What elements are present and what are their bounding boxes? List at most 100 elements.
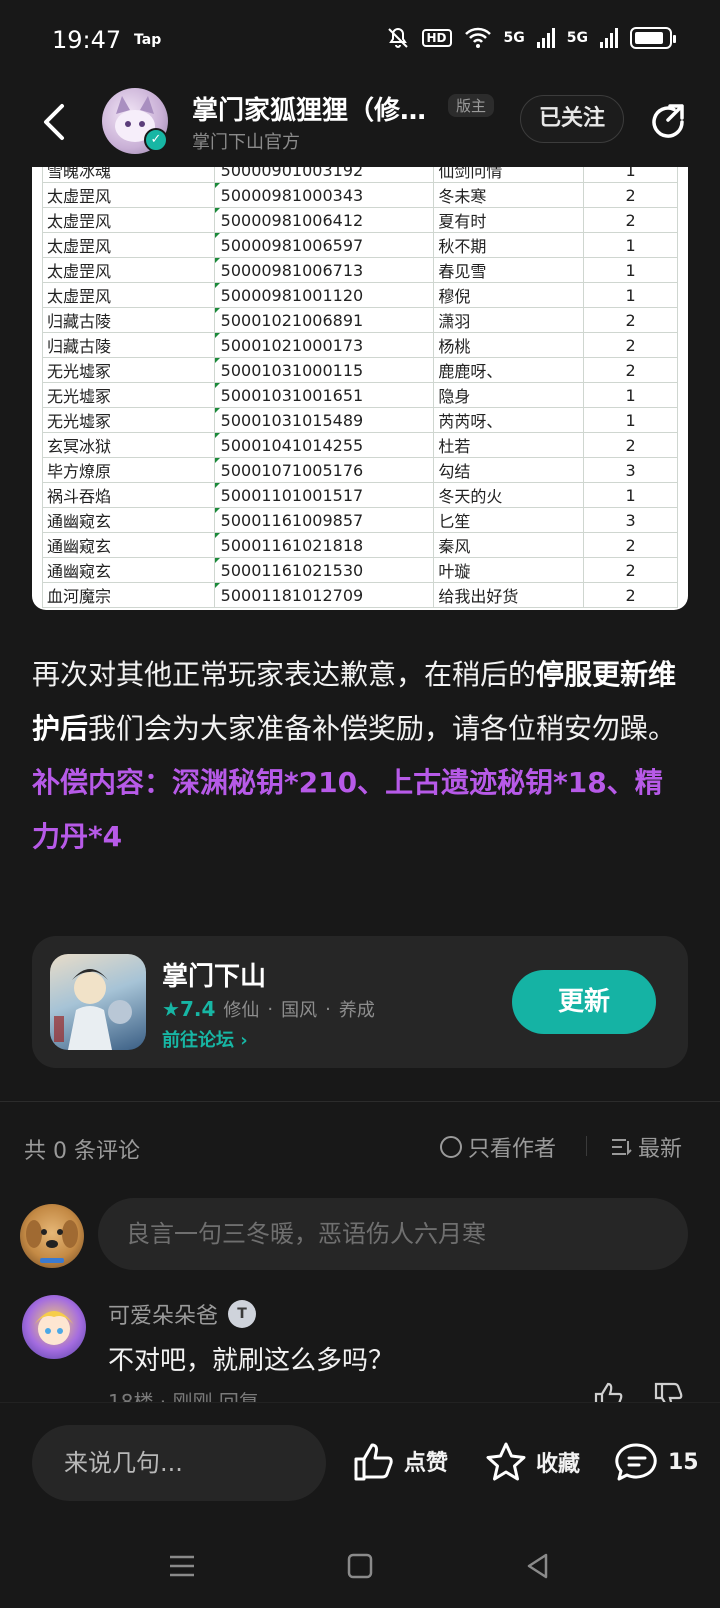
favorite-label: 收藏 xyxy=(536,1452,581,1477)
star-outline-icon xyxy=(486,1442,526,1481)
table-cell-zone: 无光墟冢 xyxy=(42,357,215,383)
table-cell-player: 杨桃 xyxy=(433,332,585,358)
table-cell-player: 芮芮呀、 xyxy=(433,407,585,433)
table-cell-count: 2 xyxy=(583,532,678,558)
apology-text-b: 我们会为大家准备补偿奖励，请各位稍安勿躁。 xyxy=(88,712,677,745)
star-icon: ★ xyxy=(162,997,180,1021)
table-cell-player: 春见雪 xyxy=(433,257,585,283)
table-cell-player: 勾结 xyxy=(433,457,585,483)
home-icon[interactable] xyxy=(344,1550,376,1582)
table-cell-count: 3 xyxy=(583,507,678,533)
table-cell-id: 50001031015489 xyxy=(213,407,435,433)
update-button[interactable]: 更新 xyxy=(512,970,656,1034)
table-cell-id: 50000981000343 xyxy=(213,182,435,208)
commenter-name-label: 可爱朵朵爸 xyxy=(108,1304,219,1329)
game-icon xyxy=(50,954,146,1050)
status-icons: HD 5G 5G xyxy=(386,26,676,50)
table-cell-id: 50001181012709 xyxy=(213,582,435,608)
table-cell-id: 50001041014255 xyxy=(213,432,435,458)
table-row: 无光墟冢 50001031015489 芮芮呀、 1 xyxy=(42,407,678,433)
chevron-right-icon: › xyxy=(240,1030,248,1051)
comments-count: 共 0 条评论 xyxy=(24,1139,140,1164)
commenter-avatar[interactable] xyxy=(22,1295,86,1359)
quick-comment-input[interactable]: 来说几句... xyxy=(32,1425,326,1501)
table-cell-player: 冬未寒 xyxy=(433,182,585,208)
signal-bars-icon-2 xyxy=(600,28,618,48)
table-cell-id: 50000901003192 xyxy=(213,167,435,183)
commenter-name[interactable]: 可爱朵朵爸 T xyxy=(108,1298,257,1330)
table-cell-id: 50000981006597 xyxy=(213,232,435,258)
divider xyxy=(586,1136,587,1156)
game-tag: 养成 xyxy=(338,1000,375,1021)
comment-bubble-icon xyxy=(615,1443,657,1481)
table-cell-zone: 血河魔宗 xyxy=(42,582,215,608)
table-cell-zone: 通幽窥玄 xyxy=(42,532,215,558)
table-row: 雪魄冰魂 50000901003192 仙剑问情 1 xyxy=(42,167,678,183)
menu-icon[interactable] xyxy=(166,1550,198,1582)
table-cell-count: 2 xyxy=(583,557,678,583)
comments-button[interactable]: 15 xyxy=(614,1441,699,1483)
table-cell-zone: 太虚罡风 xyxy=(42,282,215,308)
table-cell-id: 50001031000115 xyxy=(213,357,435,383)
wifi-icon xyxy=(464,27,491,48)
status-time: 19:47 xyxy=(52,26,122,54)
table-cell-zone: 太虚罡风 xyxy=(42,207,215,233)
author-subtitle: 掌门下山官方 xyxy=(192,132,300,153)
table-cell-count: 2 xyxy=(583,432,678,458)
sort-toggle[interactable]: 最新 xyxy=(610,1131,682,1163)
divider xyxy=(0,1101,720,1102)
apology-text-a: 再次对其他正常玩家表达歉意，在稍后的 xyxy=(32,658,537,691)
author-name[interactable]: 掌门家狐狸狸（修… xyxy=(192,90,426,127)
dog-avatar-icon xyxy=(26,1220,78,1263)
table-row: 通幽窥玄 50001161021818 秦风 2 xyxy=(42,532,678,558)
table-cell-player: 潇羽 xyxy=(433,307,585,333)
game-tag: 国风 xyxy=(281,1000,318,1021)
table-row: 无光墟冢 50001031001651 隐身 1 xyxy=(42,382,678,408)
anime-avatar-icon xyxy=(34,1311,74,1345)
game-card[interactable]: 掌门下山 ★7.4 修仙 · 国风 · 养成 前往论坛 › 更新 xyxy=(32,936,688,1068)
table-cell-count: 2 xyxy=(583,357,678,383)
table-cell-id: 50001161009857 xyxy=(213,507,435,533)
post-body: 再次对其他正常玩家表达歉意，在稍后的停服更新维护后我们会为大家准备补偿奖励，请各… xyxy=(32,648,688,864)
table-cell-id: 50000981006412 xyxy=(213,207,435,233)
follow-button[interactable]: 已关注 xyxy=(520,95,624,143)
table-cell-zone: 归藏古陵 xyxy=(42,307,215,333)
only-author-toggle[interactable]: 只看作者 xyxy=(440,1131,556,1163)
table-cell-count: 1 xyxy=(583,407,678,433)
favorite-button[interactable]: 收藏 xyxy=(484,1441,580,1483)
table-cell-count: 1 xyxy=(583,482,678,508)
comment-text: 不对吧，就刷这么多吗？ xyxy=(108,1346,395,1376)
table-row: 祸斗吞焰 50001101001517 冬天的火 1 xyxy=(42,482,678,508)
only-author-label: 只看作者 xyxy=(468,1137,557,1162)
table-cell-zone: 祸斗吞焰 xyxy=(42,482,215,508)
comment-input[interactable]: 良言一句三冬暖，恶语伤人六月寒 xyxy=(98,1198,688,1270)
table-row: 玄冥冰狱 50001041014255 杜若 2 xyxy=(42,432,678,458)
game-tag: 修仙 xyxy=(223,1000,260,1021)
table-cell-zone: 毕方燎原 xyxy=(42,457,215,483)
battery-icon xyxy=(630,27,676,49)
table-row: 血河魔宗 50001181012709 给我出好货 2 xyxy=(42,582,678,608)
signal-bars-icon xyxy=(536,28,555,48)
post-image-table[interactable]: 雪魄冰魂 50000901003192 仙剑问情 1 太虚罡风 5000098100034… xyxy=(32,167,688,610)
table-cell-id: 50001031001651 xyxy=(213,382,435,408)
thumbs-up-icon xyxy=(354,1443,393,1481)
apology-paragraph: 再次对其他正常玩家表达歉意，在稍后的停服更新维护后我们会为大家准备补偿奖励，请各… xyxy=(32,648,688,756)
comment-count: 15 xyxy=(668,1449,699,1475)
table-cell-id: 50001161021530 xyxy=(213,557,435,583)
table-cell-player: 夏有时 xyxy=(433,207,585,233)
back-icon[interactable] xyxy=(36,100,76,144)
hd-icon: HD xyxy=(421,29,452,47)
share-icon[interactable] xyxy=(646,100,690,144)
my-avatar xyxy=(20,1204,84,1268)
table-cell-player: 穆倪 xyxy=(433,282,585,308)
back-triangle-icon[interactable] xyxy=(522,1550,554,1582)
table-cell-count: 1 xyxy=(583,382,678,408)
table-row: 无光墟冢 50001031000115 鹿鹿呀、 2 xyxy=(42,357,678,383)
table-cell-id: 50000981001120 xyxy=(213,282,435,308)
forum-link[interactable]: 前往论坛 › xyxy=(162,1026,248,1052)
table-cell-count: 2 xyxy=(583,332,678,358)
like-button[interactable]: 点赞 xyxy=(352,1441,448,1481)
table-cell-count: 2 xyxy=(583,207,678,233)
table-cell-count: 1 xyxy=(583,167,678,183)
like-label: 点赞 xyxy=(404,1451,449,1476)
